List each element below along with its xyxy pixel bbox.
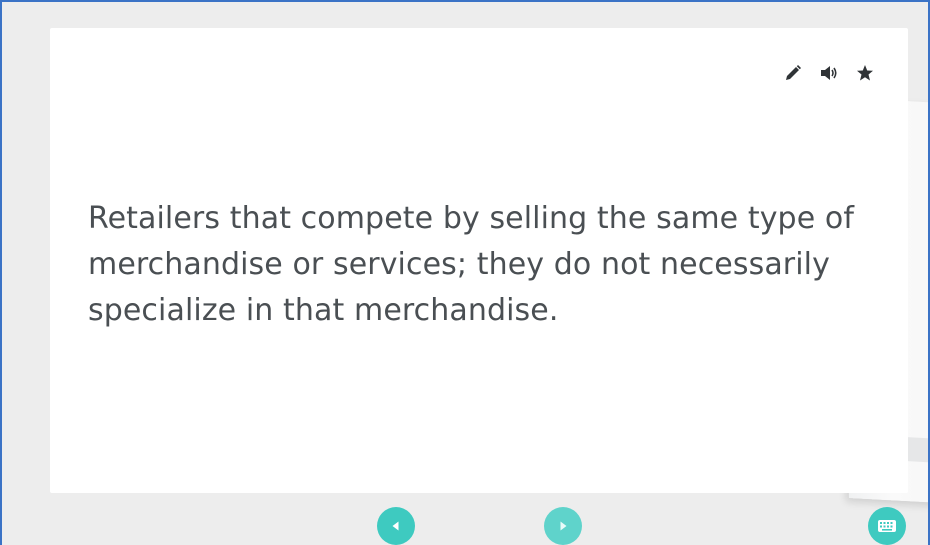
triangle-right-icon: [560, 521, 567, 531]
star-button[interactable]: [854, 62, 876, 84]
card-toolbar: [782, 62, 876, 84]
flashcard[interactable]: Retailers that compete by selling the sa…: [50, 28, 908, 493]
pencil-icon: [786, 65, 801, 80]
edit-button[interactable]: [782, 62, 804, 84]
star-icon: [857, 65, 873, 81]
window-frame: Retailers that compete by selling the sa…: [0, 0, 930, 545]
keyboard-icon: [878, 520, 896, 532]
keyboard-shortcuts-button[interactable]: [868, 507, 906, 545]
triangle-left-icon: [392, 521, 399, 531]
speaker-icon: [821, 66, 837, 80]
card-definition-text: Retailers that compete by selling the sa…: [88, 201, 855, 328]
next-card-button[interactable]: [544, 507, 582, 545]
audio-button[interactable]: [818, 62, 840, 84]
previous-card-button[interactable]: [377, 507, 415, 545]
